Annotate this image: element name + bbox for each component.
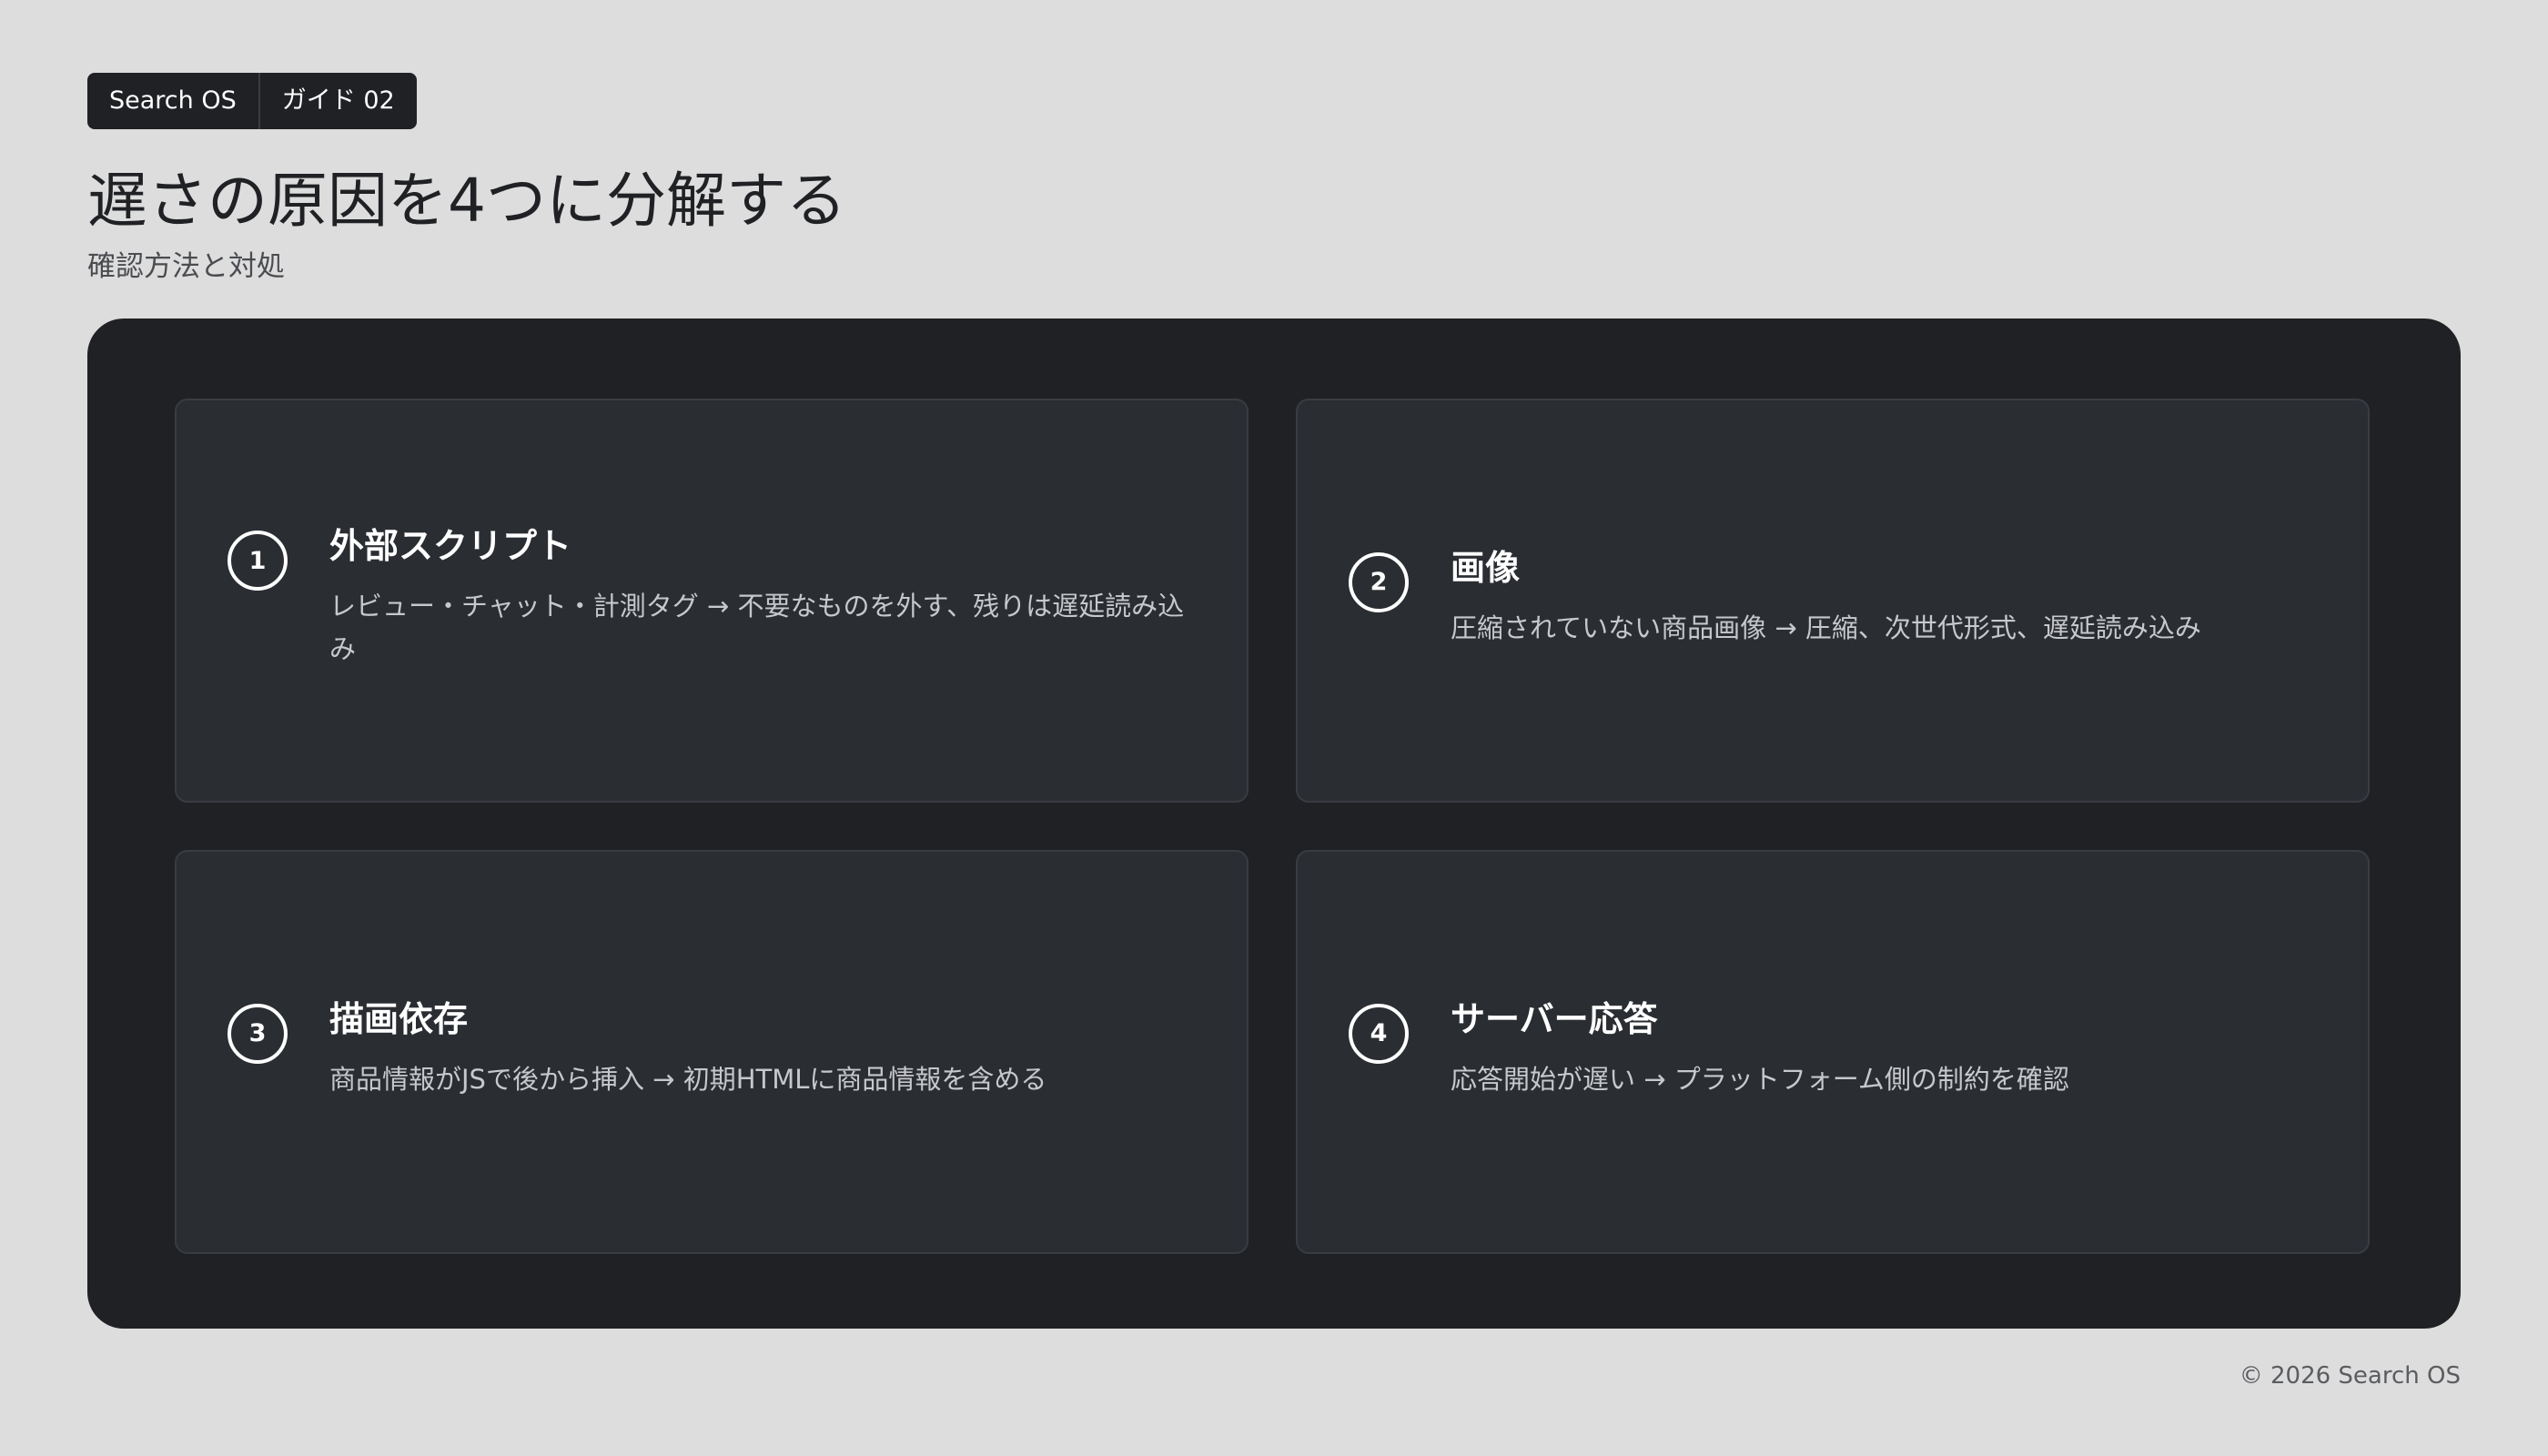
copyright-footer: © 2026 Search OS bbox=[2239, 1362, 2461, 1390]
page-subtitle: 確認方法と対処 bbox=[87, 250, 285, 283]
breadcrumb-tags: Search OS ガイド 02 bbox=[87, 73, 417, 129]
card-description: 圧縮されていない商品画像 → 圧縮、次世代形式、遅延読み込み bbox=[1451, 612, 2201, 643]
card-title: サーバー応答 bbox=[1451, 998, 1658, 1039]
card-description: レビュー・チャット・計測タグ → 不要なものを外す、残りは遅延読み込み bbox=[329, 591, 1185, 664]
card-description: 応答開始が遅い → プラットフォーム側の制約を確認 bbox=[1451, 1063, 2069, 1095]
step-number-badge: 2 bbox=[1349, 551, 1409, 612]
step-number-badge: 3 bbox=[228, 1003, 288, 1064]
card-title: 外部スクリプト bbox=[329, 526, 572, 566]
causes-panel: 1 外部スクリプト レビュー・チャット・計測タグ → 不要なものを外す、残りは遅… bbox=[87, 318, 2461, 1329]
page-title: 遅さの原因を4つに分解する bbox=[87, 166, 846, 236]
cause-card-render-dependency: 3 描画依存 商品情報がJSで後から挿入 → 初期HTMLに商品情報を含める bbox=[175, 850, 1249, 1254]
brand-tag: Search OS bbox=[109, 86, 237, 115]
card-title: 画像 bbox=[1451, 547, 1521, 588]
step-number-badge: 1 bbox=[228, 531, 288, 591]
card-description: 商品情報がJSで後から挿入 → 初期HTMLに商品情報を含める bbox=[329, 1063, 1047, 1095]
cause-card-server-response: 4 サーバー応答 応答開始が遅い → プラットフォーム側の制約を確認 bbox=[1296, 850, 2370, 1254]
cause-card-images: 2 画像 圧縮されていない商品画像 → 圧縮、次世代形式、遅延読み込み bbox=[1296, 399, 2370, 803]
step-number-badge: 4 bbox=[1349, 1003, 1409, 1064]
guide-number-tag: ガイド 02 bbox=[258, 73, 417, 129]
cause-card-external-scripts: 1 外部スクリプト レビュー・チャット・計測タグ → 不要なものを外す、残りは遅… bbox=[175, 399, 1249, 803]
card-title: 描画依存 bbox=[329, 998, 469, 1039]
